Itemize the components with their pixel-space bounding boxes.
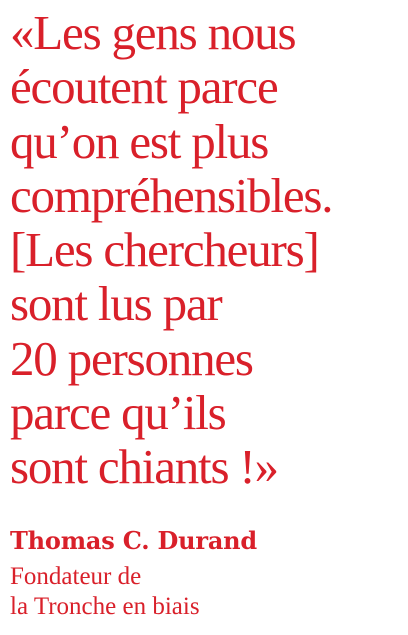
quote-line: qu’on est plus (10, 113, 269, 169)
author-role-line: la Tronche en biais (10, 593, 200, 620)
author-role: Fondateur de la Tronche en biais (10, 562, 200, 622)
quote-line: écoutent parce (10, 59, 279, 115)
author-role-line: Fondateur de (10, 563, 142, 590)
quote-line: [Les chercheurs] (10, 222, 320, 278)
quote-line: sont chiants !» (10, 439, 279, 495)
author-name: Thomas C. Durand (10, 526, 258, 555)
quote-line: parce qu’ils (10, 385, 227, 441)
quote-text: «Les gens nous écoutent parce qu’on est … (10, 5, 334, 495)
quote-line: sont lus par (10, 276, 223, 332)
quote-line: 20 personnes (10, 330, 254, 386)
quote-line: compréhensibles. (10, 167, 334, 223)
quote-line: «Les gens nous (10, 5, 297, 60)
quote-card: «Les gens nous écoutent parce qu’on est … (0, 0, 408, 635)
